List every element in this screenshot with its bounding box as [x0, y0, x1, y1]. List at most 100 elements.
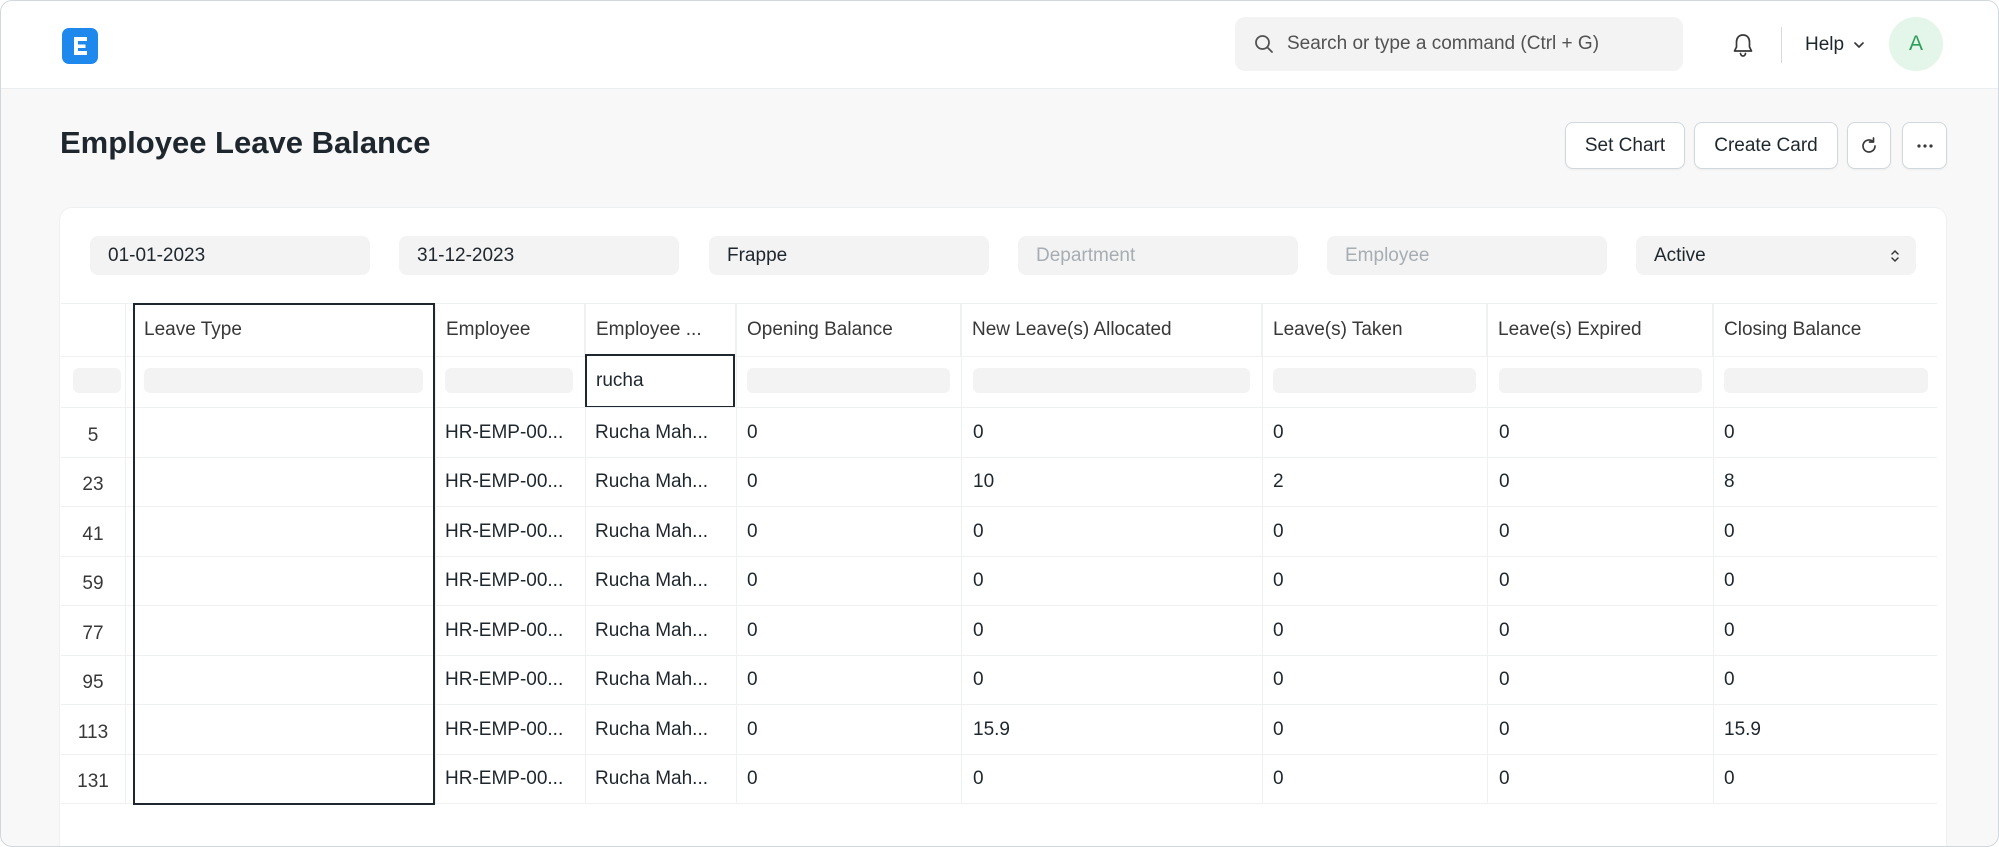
- avatar[interactable]: A: [1889, 17, 1943, 71]
- employee-filter[interactable]: Employee: [1327, 236, 1607, 275]
- cell-taken[interactable]: 0: [1273, 656, 1478, 705]
- cell-allocated[interactable]: 0: [973, 557, 1253, 606]
- cell-employee[interactable]: HR-EMP-00...: [445, 656, 580, 705]
- cell-leave-type[interactable]: [144, 606, 424, 655]
- row-number[interactable]: 95: [61, 659, 125, 708]
- cell-employee[interactable]: HR-EMP-00...: [445, 458, 580, 507]
- cell-expired[interactable]: 0: [1499, 458, 1704, 507]
- cell-closing-balance[interactable]: 15.9: [1724, 705, 1929, 754]
- cell-employee-name[interactable]: Rucha Mah...: [595, 656, 733, 705]
- row-number[interactable]: 131: [61, 758, 125, 807]
- cell-employee-name[interactable]: Rucha Mah...: [595, 606, 733, 655]
- set-chart-button[interactable]: Set Chart: [1565, 122, 1685, 169]
- cell-employee-name[interactable]: Rucha Mah...: [595, 458, 733, 507]
- column-header-closing-balance[interactable]: Closing Balance: [1713, 304, 1937, 356]
- cell-opening-balance[interactable]: 0: [747, 656, 952, 705]
- cell-leave-type[interactable]: [144, 507, 424, 556]
- create-card-button[interactable]: Create Card: [1694, 122, 1838, 169]
- column-header-opening-balance[interactable]: Opening Balance: [736, 304, 961, 356]
- cell-expired[interactable]: 0: [1499, 705, 1704, 754]
- cell-allocated[interactable]: 0: [973, 656, 1253, 705]
- cell-employee-name[interactable]: Rucha Mah...: [595, 755, 733, 804]
- cell-expired[interactable]: 0: [1499, 557, 1704, 606]
- cell-opening-balance[interactable]: 0: [747, 507, 952, 556]
- cell-closing-balance[interactable]: 0: [1724, 606, 1929, 655]
- cell-employee[interactable]: HR-EMP-00...: [445, 606, 580, 655]
- column-header-employee[interactable]: Employee: [435, 304, 585, 356]
- refresh-button[interactable]: [1847, 122, 1891, 169]
- column-header-leaves-expired[interactable]: Leave(s) Expired: [1487, 304, 1713, 356]
- cell-taken[interactable]: 2: [1273, 458, 1478, 507]
- cell-leave-type[interactable]: [144, 755, 424, 804]
- more-options-button[interactable]: [1902, 122, 1947, 169]
- cell-taken[interactable]: 0: [1273, 507, 1478, 556]
- cell-employee[interactable]: HR-EMP-00...: [445, 755, 580, 804]
- search-input[interactable]: [1287, 33, 1667, 55]
- cell-leave-type[interactable]: [144, 458, 424, 507]
- row-number[interactable]: 5: [61, 411, 125, 460]
- cell-leave-type[interactable]: [144, 557, 424, 606]
- cell-opening-balance[interactable]: 0: [747, 705, 952, 754]
- closing-balance-column-filter[interactable]: [1724, 368, 1928, 393]
- cell-opening-balance[interactable]: 0: [747, 408, 952, 457]
- row-number[interactable]: 23: [61, 461, 125, 510]
- expired-column-filter[interactable]: [1499, 368, 1702, 393]
- opening-balance-column-filter[interactable]: [747, 368, 950, 393]
- cell-employee-name[interactable]: Rucha Mah...: [595, 557, 733, 606]
- cell-opening-balance[interactable]: 0: [747, 755, 952, 804]
- column-header-employee-name[interactable]: Employee ...: [585, 304, 736, 356]
- cell-closing-balance[interactable]: 0: [1724, 755, 1929, 804]
- cell-expired[interactable]: 0: [1499, 408, 1704, 457]
- row-number-filter[interactable]: [73, 368, 121, 393]
- cell-employee[interactable]: HR-EMP-00...: [445, 408, 580, 457]
- cell-employee-name[interactable]: Rucha Mah...: [595, 507, 733, 556]
- cell-opening-balance[interactable]: 0: [747, 557, 952, 606]
- cell-allocated[interactable]: 15.9: [973, 705, 1253, 754]
- cell-allocated[interactable]: 10: [973, 458, 1253, 507]
- row-number[interactable]: 77: [61, 609, 125, 658]
- cell-employee-name[interactable]: Rucha Mah...: [595, 408, 733, 457]
- cell-employee-name[interactable]: Rucha Mah...: [595, 705, 733, 754]
- cell-allocated[interactable]: 0: [973, 755, 1253, 804]
- cell-allocated[interactable]: 0: [973, 606, 1253, 655]
- cell-employee[interactable]: HR-EMP-00...: [445, 705, 580, 754]
- cell-opening-balance[interactable]: 0: [747, 458, 952, 507]
- status-select[interactable]: Active: [1636, 236, 1916, 275]
- bell-icon[interactable]: [1729, 31, 1757, 59]
- cell-expired[interactable]: 0: [1499, 606, 1704, 655]
- cell-closing-balance[interactable]: 8: [1724, 458, 1929, 507]
- cell-allocated[interactable]: 0: [973, 408, 1253, 457]
- to-date-filter[interactable]: 31-12-2023: [399, 236, 679, 275]
- cell-expired[interactable]: 0: [1499, 656, 1704, 705]
- cell-taken[interactable]: 0: [1273, 705, 1478, 754]
- leave-type-column-filter[interactable]: [144, 368, 423, 393]
- app-logo-icon[interactable]: [62, 28, 98, 64]
- column-header-leave-type[interactable]: Leave Type: [133, 304, 435, 356]
- cell-taken[interactable]: 0: [1273, 557, 1478, 606]
- row-number[interactable]: 113: [61, 708, 125, 757]
- column-header-leaves-taken[interactable]: Leave(s) Taken: [1262, 304, 1487, 356]
- taken-column-filter[interactable]: [1273, 368, 1476, 393]
- cell-allocated[interactable]: 0: [973, 507, 1253, 556]
- cell-taken[interactable]: 0: [1273, 408, 1478, 457]
- cell-closing-balance[interactable]: 0: [1724, 408, 1929, 457]
- cell-taken[interactable]: 0: [1273, 606, 1478, 655]
- cell-employee[interactable]: HR-EMP-00...: [445, 557, 580, 606]
- row-number[interactable]: 59: [61, 560, 125, 609]
- from-date-filter[interactable]: 01-01-2023: [90, 236, 370, 275]
- help-dropdown[interactable]: Help: [1805, 31, 1866, 59]
- allocated-column-filter[interactable]: [973, 368, 1250, 393]
- employee-column-filter[interactable]: [445, 368, 573, 393]
- cell-closing-balance[interactable]: 0: [1724, 656, 1929, 705]
- search-bar[interactable]: [1235, 17, 1683, 71]
- cell-taken[interactable]: 0: [1273, 755, 1478, 804]
- cell-closing-balance[interactable]: 0: [1724, 557, 1929, 606]
- cell-closing-balance[interactable]: 0: [1724, 507, 1929, 556]
- company-filter[interactable]: Frappe: [709, 236, 989, 275]
- row-number[interactable]: 41: [61, 510, 125, 559]
- cell-leave-type[interactable]: [144, 408, 424, 457]
- cell-leave-type[interactable]: [144, 656, 424, 705]
- employee-name-column-filter[interactable]: rucha: [585, 354, 735, 408]
- cell-leave-type[interactable]: [144, 705, 424, 754]
- cell-expired[interactable]: 0: [1499, 507, 1704, 556]
